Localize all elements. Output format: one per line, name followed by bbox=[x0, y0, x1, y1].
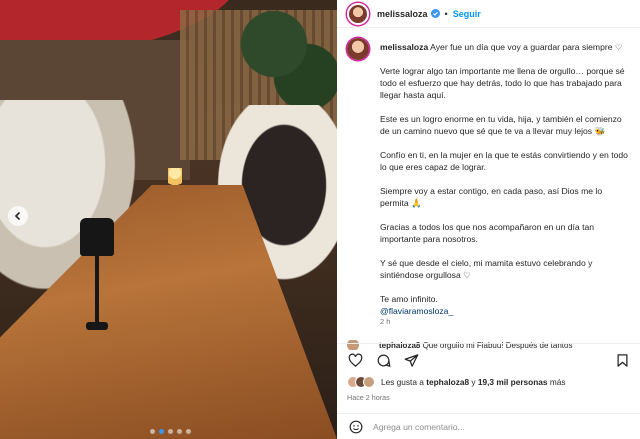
like-button[interactable] bbox=[347, 352, 363, 368]
caption-text: melissaloza Ayer fue un día que voy a gu… bbox=[380, 41, 630, 317]
verified-badge-icon bbox=[430, 9, 440, 18]
save-button[interactable] bbox=[614, 352, 630, 368]
share-button[interactable] bbox=[403, 352, 419, 368]
caption-timestamp: 2 h bbox=[380, 317, 391, 326]
caption-paragraph-7: Y sé que desde el cielo, mi mamita estuv… bbox=[380, 258, 593, 280]
caption-paragraph-3: Este es un logro enorme en tu vida, hija… bbox=[380, 114, 622, 136]
post-photo[interactable] bbox=[0, 0, 337, 439]
comment-input[interactable]: Agrega un comentario... bbox=[373, 422, 465, 432]
photo-lamp bbox=[80, 218, 114, 256]
follow-button[interactable]: Seguir bbox=[453, 9, 481, 19]
bookmark-icon bbox=[617, 353, 627, 367]
carousel-dots bbox=[150, 429, 191, 434]
carousel-dot bbox=[159, 429, 164, 434]
caption-paragraph-6: Gracias a todos los que nos acompañaron … bbox=[380, 222, 595, 244]
carousel-dot bbox=[186, 429, 191, 434]
photo-lamp-stem bbox=[95, 256, 99, 326]
emoji-icon[interactable] bbox=[349, 420, 363, 434]
heart-icon bbox=[348, 353, 362, 367]
likes-count[interactable]: 19,3 mil personas bbox=[478, 377, 548, 387]
photo-candle bbox=[168, 168, 182, 192]
caption-paragraph-4: Confío en ti, en la mujer en la que te e… bbox=[380, 150, 628, 172]
chevron-left-icon bbox=[14, 211, 21, 221]
post-header: melissaloza • Seguir bbox=[337, 0, 640, 28]
likes-summary[interactable]: Les gusta a tephaloza8 y 19,3 mil person… bbox=[347, 376, 566, 388]
carousel-dot bbox=[177, 429, 182, 434]
add-comment-bar: Agrega un comentario... bbox=[337, 413, 640, 439]
caption-username[interactable]: melissaloza bbox=[380, 42, 428, 52]
caption-paragraph-1: Ayer fue un día que voy a guardar para s… bbox=[430, 42, 623, 52]
carousel-prev-button[interactable] bbox=[8, 206, 28, 226]
comment-username[interactable]: tephaloza8 bbox=[379, 341, 420, 350]
divider bbox=[337, 343, 640, 344]
avatar[interactable] bbox=[347, 2, 369, 25]
liker-avatars bbox=[347, 376, 375, 388]
post-date: Hace 2 horas bbox=[347, 393, 390, 402]
caption-mention-link[interactable]: @flaviaramosloza_ bbox=[380, 306, 453, 316]
caption-section: melissaloza Ayer fue un día que voy a gu… bbox=[337, 38, 640, 338]
caption-paragraph-2: Verte lograr algo tan importante me llen… bbox=[380, 66, 625, 100]
likes-text: Les gusta a tephaloza8 y 19,3 mil person… bbox=[381, 377, 566, 387]
comment-button[interactable] bbox=[375, 352, 391, 368]
header-separator: • bbox=[444, 8, 448, 19]
carousel-dot bbox=[168, 429, 173, 434]
liker-avatar bbox=[363, 376, 375, 388]
comment-avatar[interactable] bbox=[347, 340, 359, 350]
caption-paragraph-5: Siempre voy a estar contigo, en cada pas… bbox=[380, 186, 603, 208]
post-username[interactable]: melissaloza bbox=[377, 9, 428, 19]
caption-avatar[interactable] bbox=[347, 38, 369, 60]
comment-text: Que orgullo mi Flabuu! Después de tantos bbox=[422, 340, 573, 350]
comment-bubble-icon bbox=[377, 354, 391, 367]
post-side-panel: melissaloza • Seguir melissaloza Ayer fu… bbox=[337, 0, 640, 439]
comment-preview: tephaloza8 Que orgullo mi Flabuu! Despué… bbox=[347, 340, 640, 350]
action-bar bbox=[347, 351, 630, 369]
carousel-dot bbox=[150, 429, 155, 434]
likes-user[interactable]: tephaloza8 bbox=[426, 377, 469, 387]
photo-plants bbox=[230, 0, 337, 110]
send-icon bbox=[404, 353, 418, 367]
photo-lamp-base bbox=[86, 322, 108, 330]
caption-paragraph-8: Te amo infinito. bbox=[380, 294, 438, 304]
